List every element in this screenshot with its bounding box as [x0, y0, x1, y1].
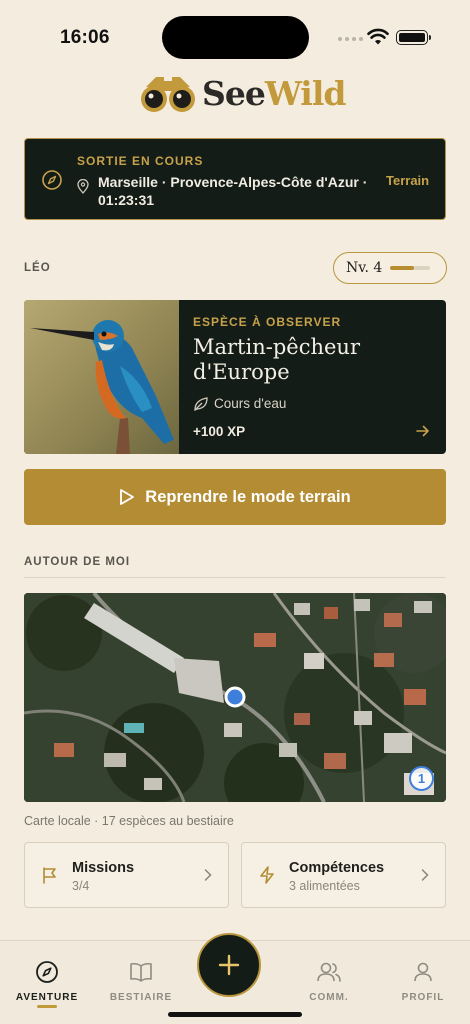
section-divider [24, 577, 446, 578]
tab-profile[interactable]: PROFIL [376, 960, 470, 1003]
active-tab-indicator [37, 1005, 57, 1008]
tab-adventure[interactable]: AVENTURE [0, 960, 94, 1003]
skills-title: Compétences [289, 860, 385, 876]
tab-bestiary-label: BESTIAIRE [109, 992, 173, 1003]
arrow-right-icon[interactable] [416, 425, 430, 437]
home-indicator [168, 1012, 302, 1017]
binoculars-icon [141, 77, 195, 112]
missions-title: Missions [72, 860, 135, 876]
level-progress-bar [390, 266, 431, 270]
skills-card[interactable]: Compétences 3 alimentées [241, 842, 446, 908]
dynamic-island [162, 16, 309, 59]
kingfisher-photo [24, 300, 179, 454]
book-icon [130, 962, 152, 982]
missions-progress: 3/4 [72, 879, 90, 893]
tab-community-label: COMM. [309, 992, 349, 1003]
species-habitat: Cours d'eau [214, 396, 287, 411]
missions-card[interactable]: Missions 3/4 [24, 842, 229, 908]
lightning-icon [260, 866, 274, 884]
outing-mode-link[interactable]: Terrain [386, 173, 429, 188]
user-icon [414, 962, 432, 982]
tab-bestiary[interactable]: BESTIAIRE [94, 960, 188, 1003]
battery-icon [396, 30, 431, 45]
species-eyebrow: ESPÈCE À OBSERVER [193, 315, 342, 329]
user-name: LÉO [24, 262, 51, 274]
map-species-badge[interactable]: 1 [409, 766, 434, 791]
species-xp: +100 XP [193, 424, 246, 439]
level-badge[interactable]: Nv. 4 [333, 252, 447, 284]
app-name: SeeWild [202, 73, 346, 113]
skills-status: 3 alimentées [289, 879, 360, 893]
app-logo: SeeWild [138, 73, 346, 113]
wifi-icon [367, 28, 389, 45]
tab-profile-label: PROFIL [401, 992, 445, 1003]
map-badge-count: 1 [417, 771, 426, 786]
outing-label: SORTIE EN COURS [77, 154, 204, 168]
level-label: Nv. 4 [346, 260, 383, 276]
tab-community[interactable]: COMM. [282, 960, 376, 1003]
chevron-right-icon [204, 869, 212, 881]
plus-icon [218, 954, 240, 976]
map-caption: Carte locale · 17 espèces au bestiaire [24, 814, 234, 828]
chevron-right-icon [421, 869, 429, 881]
flag-icon [43, 867, 56, 884]
compass-icon [42, 170, 62, 190]
resume-button-label: Reprendre le mode terrain [145, 487, 351, 506]
cellular-signal-icon [338, 37, 363, 41]
resume-field-mode-button[interactable]: Reprendre le mode terrain [24, 469, 446, 525]
current-outing-card[interactable]: SORTIE EN COURS Marseille · Provence-Alp… [24, 138, 446, 220]
around-me-title: AUTOUR DE MOI [24, 556, 131, 568]
play-icon [120, 489, 135, 505]
add-observation-button[interactable] [197, 933, 261, 997]
outing-location: Marseille · Provence-Alpes-Côte d'Azur ·… [98, 174, 368, 208]
location-pin-icon [77, 179, 89, 194]
tab-adventure-label: AVENTURE [15, 992, 79, 1003]
local-map[interactable] [24, 593, 446, 802]
species-card[interactable]: ESPÈCE À OBSERVER Martin-pêcheur d'Europ… [24, 300, 446, 454]
compass-icon [36, 961, 58, 983]
status-time: 16:06 [60, 27, 110, 48]
species-name: Martin-pêcheur d'Europe [193, 335, 360, 384]
users-icon [317, 962, 341, 982]
leaf-icon [194, 397, 208, 412]
